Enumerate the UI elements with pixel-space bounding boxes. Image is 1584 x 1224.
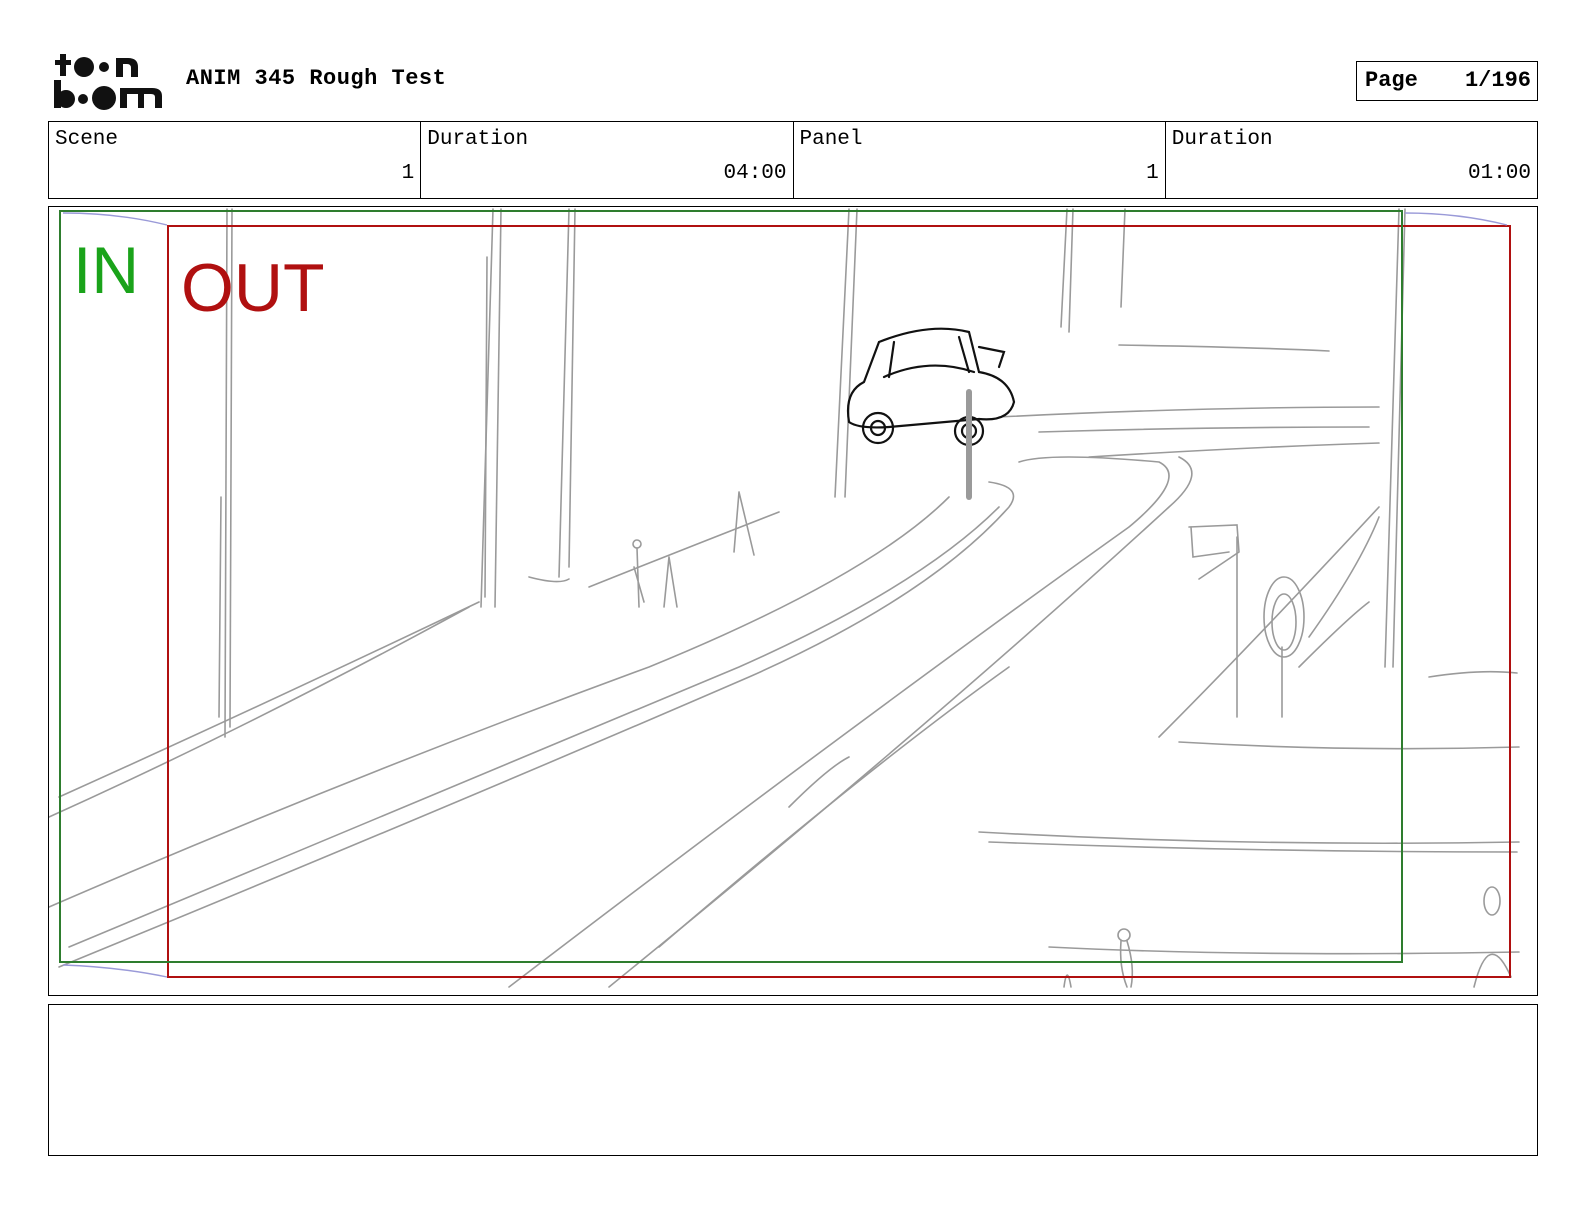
scene-label: Scene <box>55 128 119 151</box>
out-label: OUT <box>181 250 325 326</box>
scene-cell: Scene 1 <box>49 122 422 198</box>
panel-value: 1 <box>1146 162 1159 185</box>
scene-duration-label: Duration <box>427 128 529 151</box>
panel-duration-value: 01:00 <box>1467 162 1531 185</box>
scene-duration-value: 04:00 <box>723 162 787 185</box>
page-number: 1/196 <box>1464 68 1531 93</box>
document-title: ANIM 345 Rough Test <box>186 66 447 91</box>
panel-duration-cell: Duration 01:00 <box>1166 122 1537 198</box>
panel-cell: Panel 1 <box>794 122 1166 198</box>
panel-drawing: IN OUT <box>49 208 1520 988</box>
panel-notes[interactable] <box>48 1004 1538 1156</box>
scene-info-table: Scene 1 Duration 04:00 Panel 1 Duration … <box>48 121 1538 199</box>
panel-label: Panel <box>799 128 863 151</box>
scene-duration-cell: Duration 04:00 <box>421 122 794 198</box>
panel-duration-label: Duration <box>1171 128 1273 151</box>
toon-boom-logo <box>54 54 162 110</box>
page-indicator: Page 1/196 <box>1356 61 1538 101</box>
in-label: IN <box>73 233 139 307</box>
storyboard-panel: IN OUT <box>48 206 1538 996</box>
scene-value: 1 <box>401 162 415 185</box>
car-sketch <box>846 327 1016 500</box>
out-frame <box>167 225 1511 978</box>
page-label: Page <box>1365 68 1418 93</box>
